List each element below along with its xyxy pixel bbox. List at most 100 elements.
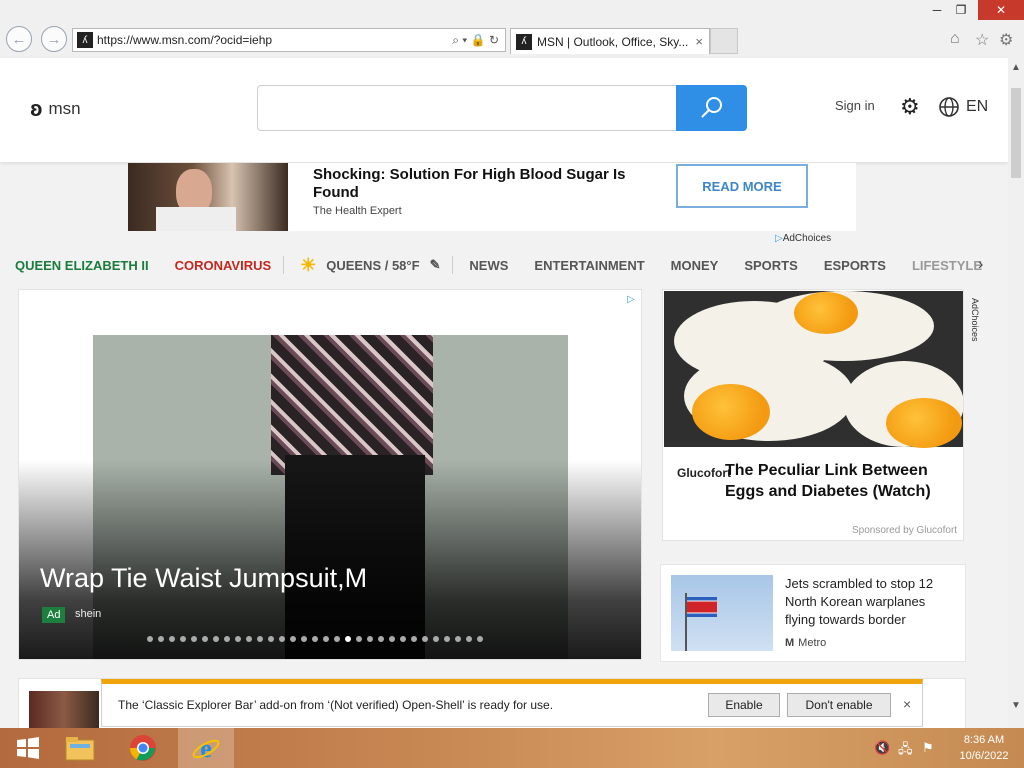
weather-location[interactable]: QUEENS / 58°F — [326, 258, 419, 273]
news-headline[interactable]: Jets scrambled to stop 12 North Korean w… — [785, 575, 955, 629]
carousel-dot[interactable] — [235, 636, 241, 642]
north-korea-flag — [687, 597, 717, 617]
eggs-image[interactable] — [664, 291, 963, 448]
next-row-image[interactable] — [29, 691, 99, 728]
hero-adchoices-icon[interactable]: ▷ — [627, 294, 635, 305]
carousel-dot[interactable] — [400, 636, 406, 642]
carousel-dot[interactable] — [158, 636, 164, 642]
carousel-dot[interactable] — [169, 636, 175, 642]
address-url[interactable]: https://www.msn.com/?ocid=iehp — [97, 33, 452, 47]
language-selector[interactable]: EN — [938, 96, 988, 118]
metro-logo-icon: M — [785, 637, 795, 649]
news-flag-image[interactable] — [671, 575, 773, 651]
carousel-dot[interactable] — [466, 636, 472, 642]
news-card[interactable]: Jets scrambled to stop 12 North Korean w… — [660, 564, 966, 662]
address-bar[interactable]: ʎ https://www.msn.com/?ocid=iehp ⌕ ▾ 🔒 ↻ — [72, 28, 506, 52]
carousel-dot[interactable] — [334, 636, 340, 642]
nav-item-entertainment[interactable]: ENTERTAINMENT — [534, 258, 644, 273]
right-adchoices-link[interactable]: AdChoices — [968, 298, 980, 358]
carousel-dot[interactable] — [477, 636, 483, 642]
volume-muted-icon[interactable]: 🔇 — [874, 740, 890, 756]
carousel-dot[interactable] — [411, 636, 417, 642]
top-ad-banner[interactable]: Shocking: Solution For High Blood Sugar … — [128, 163, 856, 231]
carousel-dot[interactable] — [312, 636, 318, 642]
carousel-dot[interactable] — [147, 636, 153, 642]
carousel-dot[interactable] — [213, 636, 219, 642]
msn-favicon-icon: ʎ — [516, 33, 532, 50]
scroll-down-icon[interactable]: ▼ — [1011, 700, 1021, 711]
hero-title[interactable]: Wrap Tie Waist Jumpsuit,M — [40, 563, 367, 594]
action-center-flag-icon[interactable]: ⚑ — [922, 740, 934, 756]
file-explorer-button[interactable] — [52, 728, 108, 768]
close-window-button[interactable]: ✕ — [978, 0, 1024, 20]
dont-enable-button[interactable]: Don't enable — [787, 693, 891, 717]
nav-divider — [283, 256, 285, 274]
carousel-dot[interactable] — [301, 636, 307, 642]
tab-close-icon[interactable]: × — [695, 34, 703, 49]
carousel-dot[interactable] — [323, 636, 329, 642]
carousel-dot[interactable] — [257, 636, 263, 642]
top-ad-source: The Health Expert — [313, 205, 402, 217]
favorites-star-icon[interactable]: ☆ — [975, 30, 989, 50]
carousel-dot[interactable] — [246, 636, 252, 642]
carousel-dot[interactable] — [224, 636, 230, 642]
nav-item-esports[interactable]: ESPORTS — [824, 258, 886, 273]
carousel-dot[interactable] — [389, 636, 395, 642]
carousel-dot[interactable] — [180, 636, 186, 642]
carousel-dots[interactable] — [147, 636, 483, 642]
tab-msn[interactable]: ʎ MSN | Outlook, Office, Sky... × — [510, 28, 710, 54]
read-more-button[interactable]: READ MORE — [676, 164, 808, 208]
right-ad-headline[interactable]: The Peculiar Link Between Eggs and Diabe… — [725, 460, 955, 502]
carousel-dot[interactable] — [444, 636, 450, 642]
forward-button[interactable]: → — [41, 26, 67, 52]
search-icon — [700, 97, 722, 118]
system-clock[interactable]: 8:36 AM 10/6/2022 — [952, 732, 1016, 764]
hero-carousel[interactable]: Wrap Tie Waist Jumpsuit,M Ad shein ▷ — [18, 289, 642, 660]
carousel-dot[interactable] — [433, 636, 439, 642]
tools-gear-icon[interactable]: ⚙ — [999, 30, 1013, 50]
back-button[interactable]: ← — [6, 26, 32, 52]
chrome-button[interactable] — [115, 728, 171, 768]
news-source: M Metro — [785, 637, 826, 649]
adchoices-link[interactable]: ▷AdChoices — [775, 233, 831, 244]
carousel-dot[interactable] — [202, 636, 208, 642]
home-icon[interactable]: ⌂ — [950, 30, 960, 48]
carousel-dot[interactable] — [422, 636, 428, 642]
restore-button[interactable]: ❐ — [946, 0, 976, 20]
search-box[interactable] — [257, 85, 747, 131]
carousel-dot[interactable] — [378, 636, 384, 642]
nav-item-sports[interactable]: SPORTS — [744, 258, 797, 273]
carousel-dot[interactable] — [279, 636, 285, 642]
settings-gear-icon[interactable]: ⚙ — [900, 94, 920, 120]
sign-in-link[interactable]: Sign in — [835, 98, 875, 113]
top-ad-headline[interactable]: Shocking: Solution For High Blood Sugar … — [313, 166, 653, 202]
carousel-dot[interactable] — [268, 636, 274, 642]
address-controls[interactable]: ⌕ ▾ 🔒 ↻ — [452, 33, 499, 48]
ad-doctor-image[interactable] — [128, 163, 288, 231]
carousel-dot[interactable] — [191, 636, 197, 642]
carousel-dot[interactable] — [356, 636, 362, 642]
right-ad-card[interactable]: Glucofort The Peculiar Link Between Eggs… — [662, 289, 964, 541]
edit-pencil-icon[interactable]: ✎ — [430, 257, 441, 273]
scroll-up-icon[interactable]: ▲ — [1011, 62, 1021, 73]
carousel-dot[interactable] — [345, 636, 351, 642]
network-icon[interactable]: 🖧 — [898, 740, 913, 762]
nav-item-coronavirus[interactable]: CORONAVIRUS — [175, 258, 272, 273]
internet-explorer-button[interactable]: e — [178, 728, 234, 768]
nav-item-news[interactable]: NEWS — [469, 258, 508, 273]
page-scrollbar[interactable]: ▲ ▼ — [1008, 58, 1024, 728]
msn-logo[interactable]: ʚ msn — [30, 96, 81, 122]
carousel-dot[interactable] — [455, 636, 461, 642]
enable-button[interactable]: Enable — [708, 693, 780, 717]
nav-item-queen-elizabeth[interactable]: QUEEN ELIZABETH II — [15, 258, 149, 273]
nav-item-lifestyle[interactable]: LIFESTYLE — [912, 258, 982, 273]
scrollbar-thumb[interactable] — [1011, 88, 1021, 178]
carousel-dot[interactable] — [290, 636, 296, 642]
carousel-dot[interactable] — [367, 636, 373, 642]
nav-item-money[interactable]: MONEY — [671, 258, 719, 273]
nav-next-chevron-icon[interactable]: › — [978, 256, 983, 274]
start-button[interactable] — [0, 728, 56, 768]
notification-close-icon[interactable]: × — [903, 696, 911, 712]
new-tab-button[interactable] — [710, 28, 738, 54]
search-button[interactable] — [676, 85, 747, 131]
